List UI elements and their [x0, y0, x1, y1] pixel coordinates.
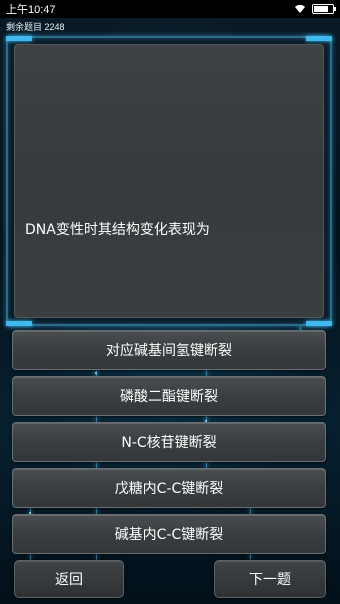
status-icons: [294, 4, 336, 14]
option-b[interactable]: 磷酸二酯键断裂: [12, 376, 326, 416]
question-panel: DNA变性时其结构变化表现为: [14, 44, 324, 318]
frame-corner-top-left: [6, 36, 32, 41]
option-e[interactable]: 碱基内C-C键断裂: [12, 514, 326, 554]
back-button[interactable]: 返回: [14, 560, 124, 598]
frame-corner-bottom-left: [6, 321, 32, 326]
wifi-icon: [295, 4, 305, 14]
option-a[interactable]: 对应碱基间氢键断裂: [12, 330, 326, 370]
battery-icon: [312, 4, 336, 14]
frame-corner-top-right: [306, 36, 332, 41]
next-question-button[interactable]: 下一题: [214, 560, 326, 598]
question-frame: DNA变性时其结构变化表现为: [6, 36, 332, 326]
status-bar: 上午10:47: [0, 0, 340, 18]
question-text: DNA变性时其结构变化表现为: [25, 222, 210, 238]
option-c[interactable]: N-C核苷键断裂: [12, 422, 326, 462]
option-d[interactable]: 戊糖内C-C键断裂: [12, 468, 326, 508]
remaining-count: 剩余题目 2248: [6, 22, 65, 32]
status-time: 上午10:47: [6, 4, 56, 16]
frame-corner-bottom-right: [306, 321, 332, 326]
